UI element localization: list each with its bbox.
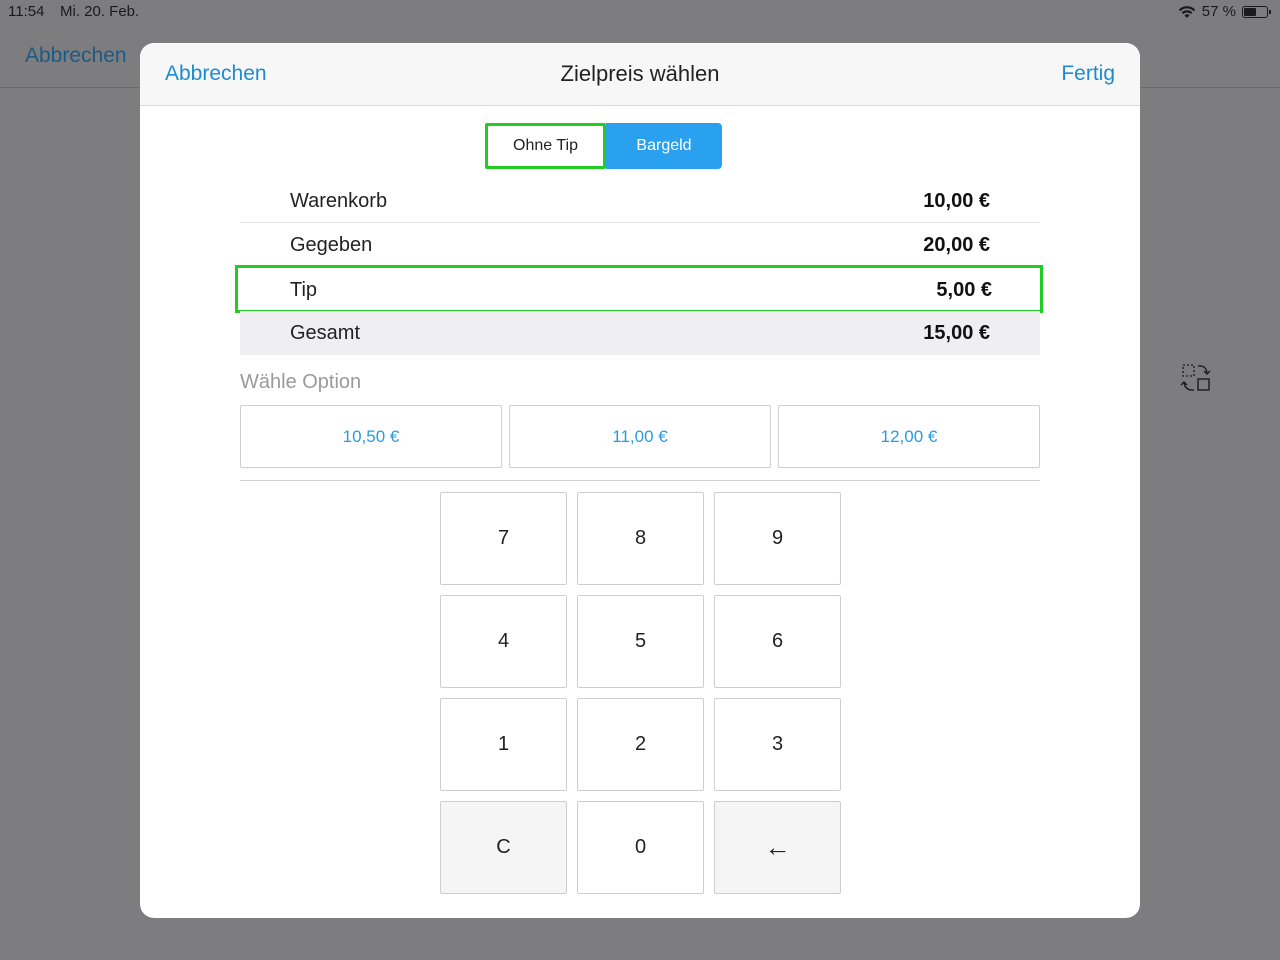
key-3[interactable]: 3 bbox=[714, 698, 841, 791]
modal-header: Abbrechen Zielpreis wählen Fertig bbox=[140, 43, 1140, 106]
status-bar: 11:54 Mi. 20. Feb. 57 % bbox=[0, 0, 1280, 24]
summary-label: Tip bbox=[290, 279, 318, 301]
tip-mode-segmented-control: Ohne Tip Bargeld bbox=[485, 123, 722, 169]
modal-title: Zielpreis wählen bbox=[560, 61, 720, 86]
key-9[interactable]: 9 bbox=[714, 492, 841, 585]
summary-row-tip: Tip 5,00 € bbox=[235, 265, 1043, 313]
summary-row-warenkorb: Warenkorb 10,00 € bbox=[240, 179, 1040, 223]
summary-label: Warenkorb bbox=[290, 190, 388, 212]
summary-row-gegeben: Gegeben 20,00 € bbox=[240, 223, 1040, 267]
numeric-keypad: 7 8 9 4 5 6 1 2 3 C 0 ← bbox=[440, 492, 841, 894]
price-options: 10,50 € 11,00 € 12,00 € bbox=[240, 405, 1040, 468]
segment-bargeld[interactable]: Bargeld bbox=[606, 123, 722, 169]
price-option-button[interactable]: 12,00 € bbox=[778, 405, 1040, 468]
summary-label: Gesamt bbox=[290, 322, 361, 344]
key-8[interactable]: 8 bbox=[577, 492, 704, 585]
key-2[interactable]: 2 bbox=[577, 698, 704, 791]
battery-fill bbox=[1244, 7, 1256, 16]
summary-value: 5,00 € bbox=[936, 279, 992, 301]
status-time: 11:54 bbox=[8, 3, 45, 20]
status-date: Mi. 20. Feb. bbox=[60, 3, 140, 20]
key-1[interactable]: 1 bbox=[440, 698, 567, 791]
key-6[interactable]: 6 bbox=[714, 595, 841, 688]
summary-row-gesamt: Gesamt 15,00 € bbox=[240, 311, 1040, 355]
battery-icon bbox=[1242, 5, 1271, 18]
clear-key[interactable]: C bbox=[440, 801, 567, 894]
summary-value: 10,00 € bbox=[923, 190, 990, 212]
target-price-modal: Abbrechen Zielpreis wählen Fertig Ohne T… bbox=[140, 43, 1140, 918]
summary-value: 20,00 € bbox=[923, 234, 990, 256]
wifi-icon bbox=[1178, 5, 1195, 18]
status-indicators: 57 % bbox=[1178, 3, 1271, 20]
key-5[interactable]: 5 bbox=[577, 595, 704, 688]
divider bbox=[240, 480, 1040, 481]
key-0[interactable]: 0 bbox=[577, 801, 704, 894]
segment-ohne-tip[interactable]: Ohne Tip bbox=[485, 123, 606, 169]
price-option-button[interactable]: 10,50 € bbox=[240, 405, 502, 468]
summary-label: Gegeben bbox=[290, 234, 373, 256]
price-option-button[interactable]: 11,00 € bbox=[509, 405, 771, 468]
battery-percentage: 57 % bbox=[1201, 3, 1236, 20]
summary-value: 15,00 € bbox=[923, 322, 990, 344]
done-button[interactable]: Fertig bbox=[1061, 62, 1115, 86]
rotate-layout-icon bbox=[1180, 364, 1211, 391]
backspace-key[interactable]: ← bbox=[714, 801, 841, 894]
key-7[interactable]: 7 bbox=[440, 492, 567, 585]
summary-table: Warenkorb 10,00 € Gegeben 20,00 € Tip 5,… bbox=[235, 179, 1043, 355]
options-heading: Wähle Option bbox=[240, 371, 362, 393]
background-cancel-button: Abbrechen bbox=[25, 44, 127, 67]
key-4[interactable]: 4 bbox=[440, 595, 567, 688]
